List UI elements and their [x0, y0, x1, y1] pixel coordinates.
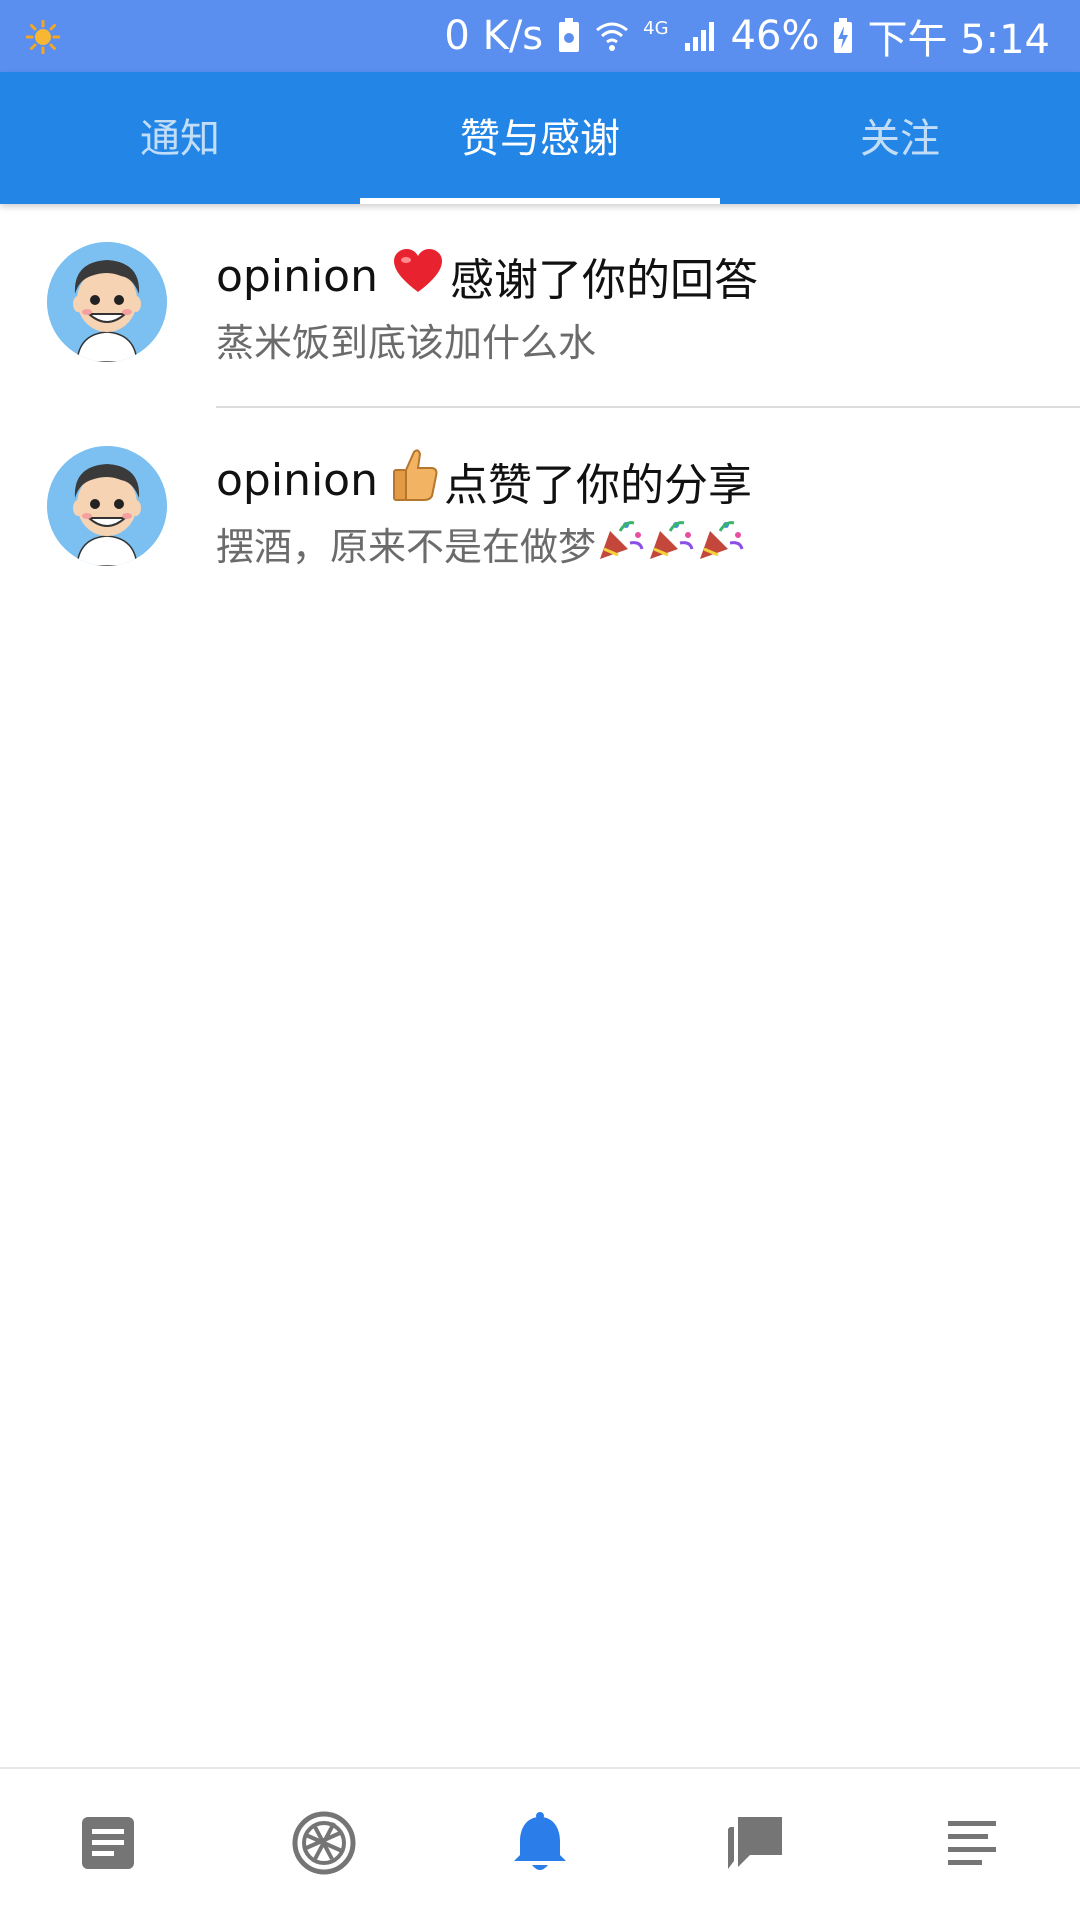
party-popper-icon: [646, 517, 696, 570]
notification-title: opinion 点赞了你的分享: [216, 448, 752, 513]
signal-icon: [683, 19, 717, 53]
tab-notifications[interactable]: 通知: [0, 72, 360, 204]
nav-messages[interactable]: [648, 1769, 864, 1920]
notification-title: opinion 感谢了你的回答: [216, 244, 758, 308]
notification-subtitle: 蒸米饭到底该加什么水: [216, 321, 597, 365]
nav-notifications[interactable]: [432, 1769, 648, 1920]
camera-shutter-icon: [292, 1811, 356, 1879]
clock: 下午 5:14: [867, 17, 1050, 63]
bottom-nav: [0, 1767, 1080, 1920]
network-type: 4G: [643, 18, 669, 39]
nav-article[interactable]: [0, 1769, 216, 1920]
avatar[interactable]: [47, 242, 167, 362]
tab-label: 通知: [140, 116, 220, 162]
notification-subtitle: 摆酒，原来不是在做梦: [216, 516, 746, 571]
status-bar: 0 K/s 4G 46% 下午 5:14: [0, 0, 1080, 72]
list-item[interactable]: opinion 感谢了你的回答 蒸米饭到底该加什么水: [0, 204, 1080, 408]
tab-bar: 通知 赞与感谢 关注: [0, 72, 1080, 204]
tab-following[interactable]: 关注: [720, 72, 1080, 204]
battery-percent: 46%: [730, 13, 820, 59]
avatar[interactable]: [47, 446, 167, 566]
nav-more[interactable]: [864, 1769, 1080, 1920]
party-popper-icon: [596, 517, 646, 570]
heart-icon: [392, 248, 444, 305]
network-speed: 0 K/s: [444, 13, 544, 59]
user-name: opinion: [216, 455, 378, 506]
party-popper-icon: [696, 517, 746, 570]
wifi-icon: [595, 20, 629, 52]
battery-charging-icon: [833, 18, 853, 54]
chat-icon: [726, 1813, 786, 1877]
action-text: 感谢了你的回答: [450, 255, 758, 306]
storage-icon: [557, 18, 581, 54]
tab-likes-thanks[interactable]: 赞与感谢: [360, 72, 720, 204]
user-name: opinion: [216, 250, 378, 302]
subtitle-text: 摆酒，原来不是在做梦: [216, 525, 597, 569]
list-item[interactable]: opinion 点赞了你的分享 摆酒，原来不是在做梦: [0, 408, 1080, 612]
weather-sun-icon: [25, 19, 61, 55]
menu-lines-icon: [946, 1817, 998, 1873]
article-icon: [80, 1815, 136, 1875]
tab-label: 赞与感谢: [460, 116, 620, 162]
notification-list: opinion 感谢了你的回答 蒸米饭到底该加什么水 opinion 点赞了你的…: [0, 204, 1080, 612]
bell-icon: [512, 1811, 568, 1879]
action-text: 点赞了你的分享: [444, 459, 752, 511]
thumbs-up-icon: [392, 448, 438, 513]
nav-discover[interactable]: [216, 1769, 432, 1920]
tab-label: 关注: [860, 116, 940, 162]
